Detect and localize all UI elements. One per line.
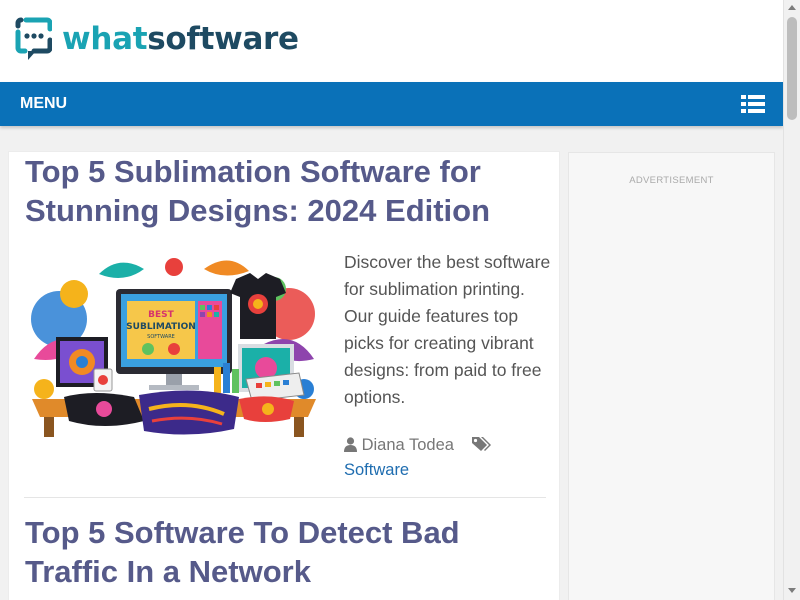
vertical-scrollbar[interactable] <box>783 0 800 600</box>
thumbnail-text-best: BEST <box>148 310 174 320</box>
list-menu-icon[interactable] <box>741 94 765 114</box>
scroll-down-arrow-icon[interactable] <box>788 588 796 593</box>
post-list: Top 5 Sublimation Software for Stunning … <box>8 151 560 600</box>
advertisement-label: ADVERTISEMENT <box>629 175 714 186</box>
site-header: whatsoftware <box>0 0 783 82</box>
post-category-link[interactable]: Software <box>344 461 409 479</box>
site-name-part2: software <box>147 20 299 57</box>
user-icon <box>344 437 357 452</box>
post-author[interactable]: Diana Todea <box>362 436 454 454</box>
post-excerpt: Discover the best software for sublimati… <box>344 252 551 407</box>
scroll-thumb[interactable] <box>787 17 797 120</box>
speech-bubble-icon <box>15 17 52 60</box>
menu-label[interactable]: MENU <box>20 95 67 113</box>
post-meta: Diana Todea Software <box>344 433 556 483</box>
post-thumbnail[interactable]: BEST SUBLIMATION SOFTWARE <box>24 249 324 449</box>
tags-icon <box>472 437 492 451</box>
sidebar-ad: ADVERTISEMENT <box>568 152 775 600</box>
site-logo[interactable]: whatsoftware <box>14 16 299 62</box>
thumbnail-text-sublimation: SUBLIMATION <box>126 322 196 332</box>
post-title-link[interactable]: Top 5 Sublimation Software for Stunning … <box>25 152 550 230</box>
main-nav-bar: MENU <box>0 82 783 126</box>
site-name-part1: what <box>62 20 148 57</box>
site-name: whatsoftware <box>62 20 299 57</box>
post-divider <box>24 497 546 498</box>
post-title-link[interactable]: Top 5 Software To Detect Bad Traffic In … <box>25 513 550 591</box>
thumbnail-text-software: SOFTWARE <box>147 334 175 340</box>
scroll-up-arrow-icon[interactable] <box>788 5 796 10</box>
